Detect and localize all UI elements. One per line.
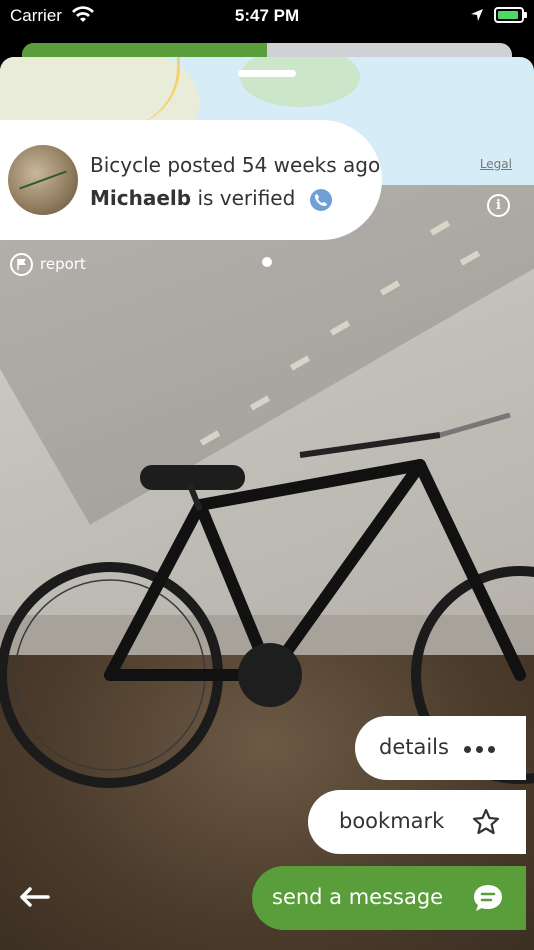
- phone-icon: [309, 188, 332, 211]
- location-arrow-icon: [471, 9, 483, 21]
- map-park: [240, 57, 360, 107]
- details-label: details: [379, 735, 449, 759]
- avatar-map-line: [19, 170, 67, 190]
- send-message-label: send a message: [272, 885, 444, 909]
- status-bar: Carrier 5:47 PM: [0, 0, 534, 40]
- chat-bubble-icon: [474, 885, 502, 911]
- info-icon[interactable]: i: [487, 194, 510, 217]
- bookmark-button[interactable]: bookmark: [308, 790, 526, 854]
- clock: 5:47 PM: [234, 6, 300, 25]
- battery-nub: [524, 12, 527, 18]
- bookmark-label: bookmark: [339, 809, 445, 833]
- map-legal-link[interactable]: Legal: [480, 157, 512, 171]
- sheet-drag-handle[interactable]: [238, 70, 296, 77]
- battery-level: [498, 11, 518, 19]
- verified-text: is verified: [197, 186, 296, 210]
- listing-sheet: Legal Bicycle posted 54 weeks ago Michae…: [0, 57, 534, 950]
- seller-card[interactable]: Bicycle posted 54 weeks ago Michaelb is …: [0, 120, 382, 240]
- star-icon: [472, 808, 500, 835]
- battery-icon: [494, 7, 527, 23]
- send-message-button[interactable]: send a message: [252, 866, 526, 930]
- seller-name: Michaelb: [90, 186, 192, 210]
- report-label: report: [40, 255, 86, 273]
- flag-icon: [10, 253, 33, 276]
- more-dots-icon: [464, 746, 496, 753]
- avatar[interactable]: [8, 145, 78, 215]
- posted-info: Bicycle posted 54 weeks ago: [90, 153, 381, 177]
- photo-page-indicator: [262, 257, 272, 267]
- back-arrow-icon[interactable]: [20, 887, 50, 907]
- verified-row: Michaelb is verified: [90, 186, 332, 211]
- details-button[interactable]: details: [355, 716, 526, 780]
